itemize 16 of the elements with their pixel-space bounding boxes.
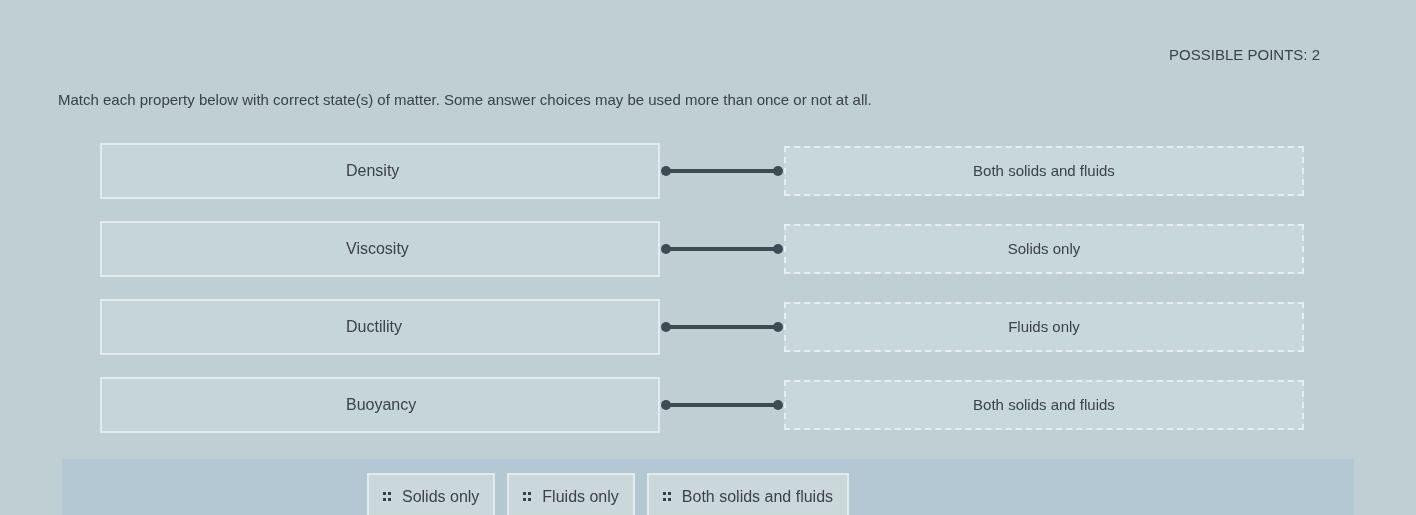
drag-handle-icon (382, 492, 392, 502)
answer-choice[interactable]: Fluids only (507, 473, 635, 515)
property-card: Density (100, 143, 660, 199)
answer-choice[interactable]: Both solids and fluids (646, 473, 850, 515)
answer-choice[interactable]: Solids only (366, 473, 496, 515)
property-card: Viscosity (100, 221, 660, 277)
answer-slot[interactable]: Solids only (784, 224, 1304, 274)
property-card: Buoyancy (100, 377, 660, 433)
property-card: Ductility (100, 299, 660, 355)
drag-handle-icon (662, 492, 672, 502)
answer-slot[interactable]: Fluids only (784, 302, 1304, 352)
answer-slot[interactable]: Both solids and fluids (784, 380, 1304, 430)
instructions: Match each property below with correct state(s) of matter. Some answer choices may be used more than once or not at all. (57, 89, 873, 110)
answer-slot[interactable]: Both solids and fluids (784, 146, 1304, 196)
drag-handle-icon (523, 492, 533, 502)
possible-points: POSSIBLE POINTS: 2 (1169, 45, 1320, 65)
